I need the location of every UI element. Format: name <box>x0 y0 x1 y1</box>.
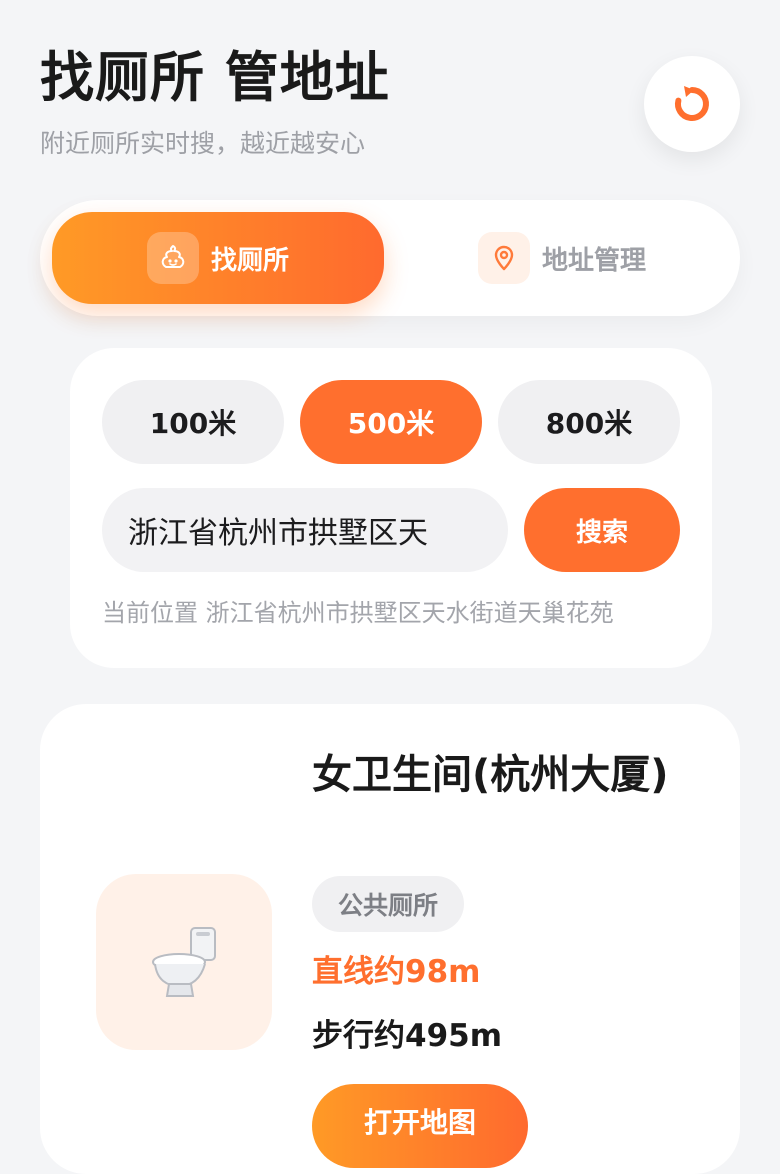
radius-option-800[interactable]: 800米 <box>498 380 680 464</box>
radius-option-500[interactable]: 500米 <box>300 380 482 464</box>
current-location-label: 当前位置 <box>102 599 198 627</box>
open-map-button[interactable]: 打开地图 <box>312 1084 528 1168</box>
page-subtitle: 附近厕所实时搜，越近越安心 <box>40 129 366 158</box>
page-title: 找厕所 管地址 <box>40 46 390 109</box>
refresh-icon <box>674 86 709 121</box>
tab-label: 找厕所 <box>210 245 289 276</box>
current-location: 当前位置 浙江省杭州市拱墅区天水街道天巢花苑 <box>102 596 614 630</box>
radius-option-100[interactable]: 100米 <box>102 380 284 464</box>
result-name: 女卫生间(杭州大厦) <box>312 752 669 798</box>
current-location-value: 浙江省杭州市拱墅区天水街道天巢花苑 <box>205 599 614 627</box>
address-search-input[interactable] <box>102 488 508 572</box>
tab-find-toilet[interactable]: 找厕所 <box>52 212 384 304</box>
result-thumbnail <box>96 874 272 1050</box>
tab-label: 地址管理 <box>541 245 646 276</box>
poop-icon <box>146 232 199 284</box>
tab-address-management[interactable]: 地址管理 <box>396 212 728 304</box>
tab-bar: 找厕所 地址管理 <box>40 200 740 316</box>
category-badge: 公共厕所 <box>312 876 465 932</box>
search-filter-card: 100米 500米 800米 搜索 当前位置 浙江省杭州市拱墅区天水街道天巢花苑 <box>70 348 712 668</box>
refresh-button[interactable] <box>644 56 740 152</box>
walking-distance: 步行约495m <box>312 1018 503 1054</box>
straight-distance: 直线约98m <box>312 954 481 990</box>
toilet-icon <box>152 927 216 997</box>
search-button[interactable]: 搜索 <box>524 488 680 572</box>
result-card[interactable]: 女卫生间(杭州大厦) 公共厕所 直线约98m 步行约495m 打开地图 <box>40 704 740 1174</box>
location-pin-icon <box>477 232 530 284</box>
